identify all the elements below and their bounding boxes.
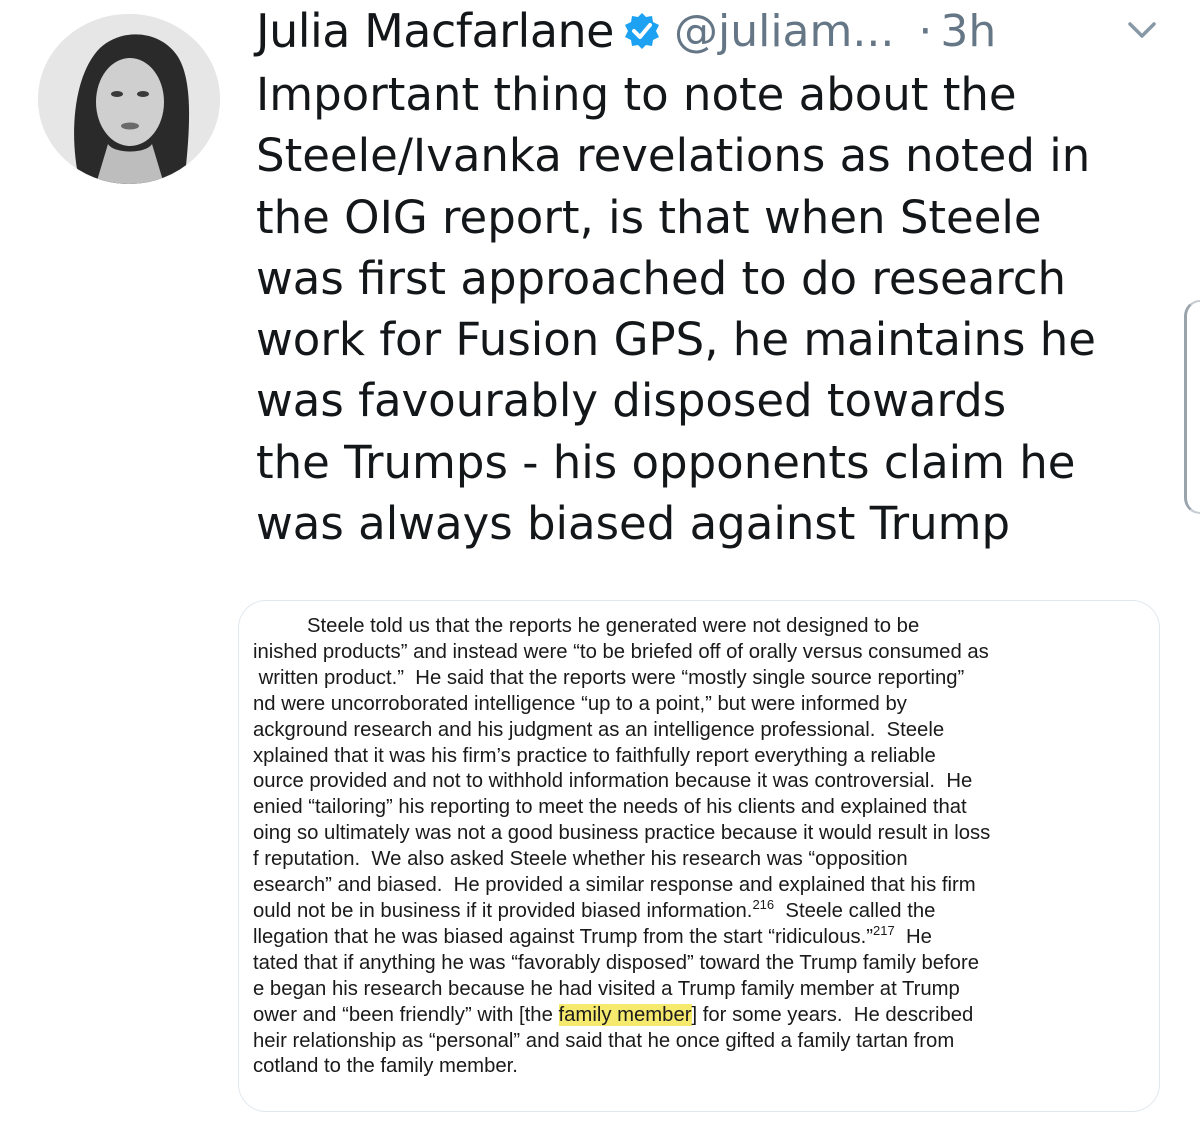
- tweet-text-line: was first approached to do research: [256, 251, 1067, 305]
- document-line: llegation that he was biased against Tru…: [253, 923, 1158, 951]
- document-line-text: ould not be in business if it provided b…: [253, 899, 753, 922]
- tweet-media-image[interactable]: Steele told us that the reports he gener…: [238, 600, 1160, 1112]
- tweet-text-line: the Trumps - his opponents claim he: [256, 435, 1076, 489]
- document-line: tated that if anything he was “favorably…: [253, 951, 979, 974]
- document-line-text: llegation that he was biased against Tru…: [253, 925, 874, 948]
- document-excerpt: Steele told us that the reports he gener…: [253, 614, 1158, 1080]
- author-name[interactable]: Julia Macfarlane: [256, 4, 614, 58]
- document-line: ource provided and not to withhold infor…: [253, 770, 973, 793]
- footnote-ref: 216: [752, 897, 775, 913]
- document-line: esearch” and biased. He provided a simil…: [253, 874, 976, 897]
- document-line: written product.” He said that the repor…: [253, 666, 965, 689]
- tweet-text-line: Important thing to note about the: [256, 68, 1017, 121]
- document-line: ower and “been friendly” with [the famil…: [253, 1003, 1158, 1029]
- author-handle[interactable]: @juliam...: [674, 6, 894, 57]
- chevron-down-icon[interactable]: [1126, 18, 1158, 42]
- tweet-header: Julia Macfarlane @juliam... · 3h: [256, 0, 1176, 62]
- document-line: oing so ultimately was not a good busine…: [253, 822, 991, 845]
- tweet-text: Important thing to note about the Steele…: [256, 64, 1176, 554]
- document-line: inished products” and instead were “to b…: [253, 640, 989, 663]
- tweet-text-line: Steele/Ivanka revelations as noted in: [256, 129, 1091, 183]
- tweet-text-line: the OIG report, is that when Steele: [256, 190, 1042, 244]
- separator-dot: ·: [918, 5, 933, 57]
- document-line-text: He: [894, 925, 932, 948]
- document-line-text: Steele called the: [774, 899, 936, 922]
- document-line: xplained that it was his firm’s practice…: [253, 744, 936, 767]
- document-line: cotland to the family member.: [253, 1055, 518, 1078]
- tweet-text-line: was always biased against Trump: [256, 497, 1011, 551]
- document-line: f reputation. We also asked Steele wheth…: [253, 848, 908, 871]
- document-line: ackground research and his judgment as a…: [253, 718, 945, 741]
- document-line: nd were uncorroborated intelligence “up …: [253, 692, 907, 715]
- document-line-text: ] for some years. He described: [691, 1003, 974, 1026]
- document-line: enied “tailoring” his reporting to meet …: [253, 796, 967, 819]
- document-line: heir relationship as “personal” and said…: [253, 1029, 955, 1052]
- tweet[interactable]: Julia Macfarlane @juliam... · 3h Importa…: [0, 0, 1200, 1133]
- verified-badge-icon: [622, 11, 662, 51]
- scrollbar[interactable]: [1184, 300, 1200, 514]
- highlighted-text: family member: [558, 1003, 692, 1026]
- footnote-ref: 217: [873, 923, 895, 939]
- tweet-text-line: was favourably disposed towards: [256, 374, 1007, 428]
- document-line: Steele told us that the reports he gener…: [307, 615, 920, 637]
- document-line: ould not be in business if it provided b…: [253, 897, 1158, 925]
- document-line: e began his research because he had visi…: [253, 977, 960, 1000]
- tweet-timestamp[interactable]: 3h: [940, 6, 996, 57]
- document-line-text: ower and “been friendly” with [the: [253, 1003, 559, 1026]
- tweet-text-line: work for Fusion GPS, he maintains he: [256, 313, 1096, 367]
- avatar[interactable]: [38, 14, 220, 184]
